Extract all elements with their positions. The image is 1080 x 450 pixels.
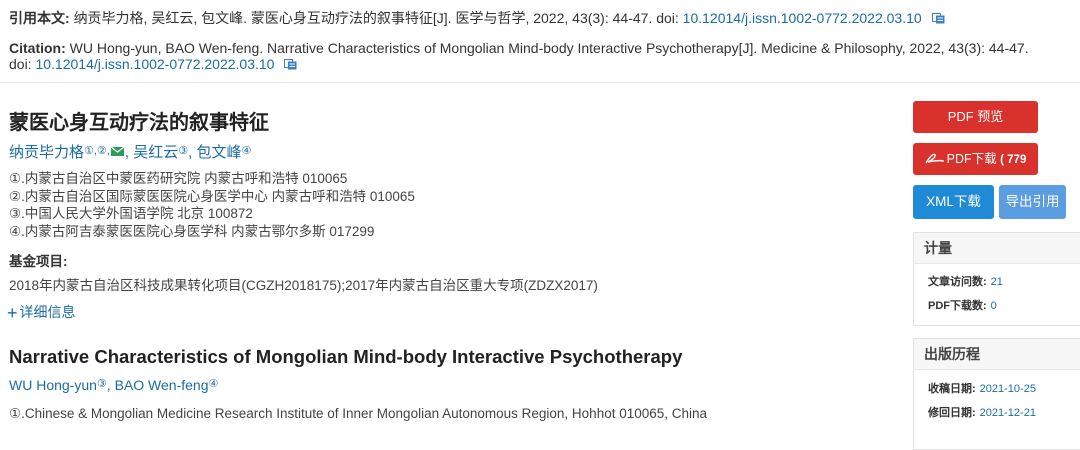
author-affiliation-sup: ③ <box>96 378 107 390</box>
pdf-preview-button[interactable]: PDF 预览 <box>913 101 1038 133</box>
metrics-heading: 计量 <box>914 233 1080 264</box>
author-separator: , <box>124 144 130 161</box>
author-affiliation-sup: ④ <box>208 378 219 390</box>
article-visits-label: 文章访问数: <box>928 276 987 288</box>
affiliation-item: ①.内蒙古自治区中蒙医药研究院 内蒙古呼和浩特 010065 <box>9 171 348 186</box>
fund-label: 基金项目: <box>9 254 68 269</box>
received-date: 收稿日期: 2021-10-25 <box>914 377 1080 401</box>
author-link[interactable]: 包文峰 <box>196 144 241 161</box>
pdf-icon <box>925 153 944 164</box>
export-citation-button[interactable]: 导出引用 <box>999 185 1066 219</box>
revised-date-value: 2021-12-21 <box>979 407 1036 419</box>
more-info-toggle[interactable]: + 详细信息 <box>7 302 76 324</box>
affiliation-item: ④.内蒙古阿吉泰蒙医医院心身医学科 内蒙古鄂尔多斯 017299 <box>9 223 375 239</box>
author-separator: , <box>188 144 193 161</box>
author-affiliation-sup: ③ <box>178 145 189 157</box>
article-title-cn: 蒙医心身互动疗法的叙事特征 <box>9 112 269 134</box>
article-visits: 文章访问数: 21 <box>914 270 1080 294</box>
citation-cn-doi-link[interactable]: 10.12014/j.issn.1002-0772.2022.03.10 <box>683 10 922 26</box>
author-affiliation-sup: ④ <box>241 145 252 157</box>
publication-history-panel: 出版历程 收稿日期: 2021-10-25 修回日期: 2021-12-21 <box>913 338 1080 450</box>
metrics-panel: 计量 文章访问数: 21 PDF下载数: 0 <box>913 232 1080 326</box>
divider <box>0 82 1080 83</box>
copy-icon[interactable] <box>931 13 945 24</box>
revised-date: 修回日期: 2021-12-21 <box>914 401 1080 425</box>
author-link[interactable]: 纳贡毕力格 <box>9 144 84 161</box>
citation-en-doi-line: doi: 10.12014/j.issn.1002-0772.2022.03.1… <box>9 54 297 74</box>
citation-en-doi-link[interactable]: 10.12014/j.issn.1002-0772.2022.03.10 <box>35 56 274 72</box>
author-list-en: WU Hong-yun③, BAO Wen-feng④ <box>9 377 218 393</box>
pdf-download-label: PDF下载 <box>946 152 997 166</box>
fund-text: 2018年内蒙古自治区科技成果转化项目(CGZH2018175);2017年内蒙… <box>9 278 598 293</box>
more-info-label: 详细信息 <box>19 304 76 320</box>
article-visits-value[interactable]: 21 <box>991 276 1003 288</box>
xml-download-button[interactable]: XML下载 <box>913 185 994 219</box>
article-title-en: Narrative Characteristics of Mongolian M… <box>9 346 683 367</box>
author-separator: , <box>106 377 111 393</box>
copy-icon[interactable] <box>284 59 297 70</box>
pdf-downloads-label: PDF下载数: <box>928 300 987 312</box>
affiliation-item: ③.中国人民大学外国语学院 北京 100872 <box>9 206 253 221</box>
pdf-downloads-value[interactable]: 0 <box>991 300 997 312</box>
author-link[interactable]: WU Hong-yun <box>9 377 97 393</box>
author-list-cn: 纳贡毕力格①,②,, 吴红云③, 包文峰④ <box>9 141 251 162</box>
history-heading: 出版历程 <box>914 339 1080 370</box>
pdf-download-button[interactable]: PDF下载 ( 779 KB) <box>913 143 1038 199</box>
citation-en-doi-prefix: doi: <box>9 56 32 72</box>
affiliation-list-cn: ①.内蒙古自治区中蒙医药研究院 内蒙古呼和浩特 010065 ②.内蒙古自治区国… <box>9 170 415 240</box>
affiliation-item-en: ①.Chinese & Mongolian Medicine Research … <box>9 406 708 421</box>
author-link[interactable]: 吴红云 <box>133 144 178 161</box>
plus-icon: + <box>7 303 18 323</box>
citation-cn: 引用本文: 纳贡毕力格, 吴红云, 包文峰. 蒙医心身互动疗法的叙事特征[J].… <box>9 8 945 28</box>
revised-date-label: 修回日期: <box>928 407 976 419</box>
citation-cn-text: 纳贡毕力格, 吴红云, 包文峰. 蒙医心身互动疗法的叙事特征[J]. 医学与哲学… <box>73 10 679 26</box>
author-affiliation-sup: ①,②, <box>84 145 110 157</box>
email-icon[interactable] <box>110 147 124 156</box>
received-date-label: 收稿日期: <box>928 383 976 395</box>
pdf-downloads: PDF下载数: 0 <box>914 294 1080 318</box>
received-date-value: 2021-10-25 <box>979 383 1036 395</box>
author-link[interactable]: BAO Wen-feng <box>115 377 209 393</box>
affiliation-item: ②.内蒙古自治区国际蒙医医院心身医学中心 内蒙古呼和浩特 010065 <box>9 188 415 204</box>
citation-cn-label: 引用本文: <box>9 10 70 26</box>
